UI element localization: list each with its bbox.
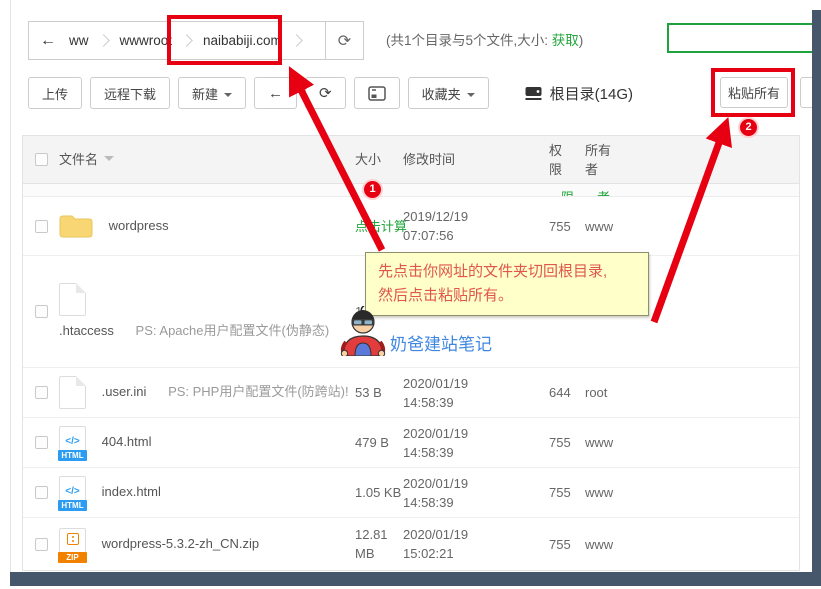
summary-text: (共1个目录与5个文件,大小: [386,33,552,48]
instruction-tooltip: 先点击你网址的文件夹切回根目录, 然后点击粘贴所有。 [365,252,649,316]
file-perm: 644 [549,383,585,402]
breadcrumb-item-naibabiji[interactable]: naibabiji.com [201,33,284,48]
file-manager-window: ← ww wwwroot naibabiji.com ⟳ (共1个目录与5个文件… [0,0,821,589]
file-note: PS: PHP用户配置文件(防跨站)! [168,384,349,399]
row-checkbox[interactable] [35,538,48,551]
file-name[interactable]: wordpress-5.3.2-zh_CN.zip [102,535,260,550]
row-checkbox[interactable] [35,436,48,449]
get-size-link[interactable]: 获取 [552,33,579,48]
header-mtime[interactable]: 修改时间 [403,150,549,169]
window-bottom-edge [10,572,821,586]
chevron-right-icon [290,34,303,47]
chevron-right-icon [97,34,110,47]
window-right-edge [812,10,821,586]
back-icon[interactable]: ← [29,32,67,50]
file-size: 479 B [355,433,403,452]
select-all-checkbox[interactable] [35,153,48,166]
file-name[interactable]: wordpress [109,217,169,232]
upload-button[interactable]: 上传 [28,77,82,109]
remote-download-button[interactable]: 远程下载 [90,77,170,109]
header-owner[interactable]: 所有 者 [585,141,645,179]
root-directory-label: 根目录(14G) [525,83,633,104]
clipped-row-strip: 限 者 [23,184,799,197]
terminal-icon [368,86,386,101]
file-mtime: 2020/01/19 15:02:21 [403,525,549,563]
step-1-badge: 1 [364,181,381,198]
zip-file-icon: ZIP [59,528,86,561]
chevron-right-icon [180,34,193,47]
window-left-border [10,0,11,573]
breadcrumb-item-ww[interactable]: ww [67,33,91,48]
clipped-green-text: 者 [597,187,610,197]
header-perm[interactable]: 权 限 [549,141,585,179]
file-note: PS: Apache用户配置文件(伪静态) [136,323,330,338]
refresh-icon[interactable]: ⟳ [325,22,363,59]
row-checkbox[interactable] [35,305,48,318]
header-size[interactable]: 大小 [355,150,403,169]
breadcrumb: ← ww wwwroot naibabiji.com ⟳ [28,21,364,60]
file-name[interactable]: 404.html [102,434,152,449]
row-checkbox[interactable] [35,486,48,499]
header-filename[interactable]: 文件名 [59,150,355,169]
new-menu-button[interactable]: 新建 [178,77,246,109]
row-checkbox[interactable] [35,220,48,233]
summary-suffix: ) [579,33,584,48]
file-mtime: 2020/01/19 14:58:39 [403,374,549,412]
terminal-button[interactable] [354,77,400,109]
table-row-zip[interactable]: ZIP wordpress-5.3.2-zh_CN.zip 12.81 MB 2… [23,518,799,570]
paste-all-button[interactable]: 粘贴所有 [720,77,788,108]
favorites-button[interactable]: 收藏夹 [408,77,489,109]
directory-summary: (共1个目录与5个文件,大小: 获取) [386,29,583,49]
file-name[interactable]: .user.ini [102,384,147,399]
table-header: 文件名 大小 修改时间 权 限 所有 者 [23,136,799,184]
refresh-button[interactable]: ⟳ [305,77,346,109]
size-calc-link[interactable]: 点击计算 [355,219,407,234]
table-row-index[interactable]: </>HTML index.html 1.05 KB 2020/01/19 14… [23,468,799,518]
file-name[interactable]: index.html [102,484,161,499]
toolbar: 上传 远程下载 新建 ← ⟳ 收藏夹 根目录(14G) [28,77,633,109]
clipped-green-text: 限 [561,187,574,197]
file-owner: www [585,535,645,554]
watermark-avatar-icon [340,306,386,361]
breadcrumb-item-wwwroot[interactable]: wwwroot [118,33,175,48]
file-perm: 755 [549,483,585,502]
file-mtime: 2020/01/19 14:58:39 [403,424,549,462]
table-row-404[interactable]: </>HTML 404.html 479 B 2020/01/19 14:58:… [23,418,799,468]
watermark-text[interactable]: 奶爸建站笔记 [390,330,492,355]
file-owner: www [585,483,645,502]
file-size: 1.05 KB [355,483,403,502]
file-perm: 755 [549,217,585,236]
file-mtime: 2020/01/19 14:58:39 [403,474,549,512]
sort-caret-icon [104,156,114,166]
chevron-down-icon [224,93,232,101]
file-icon [59,283,86,316]
row-checkbox[interactable] [35,386,48,399]
table-row-wordpress[interactable]: wordpress 点击计算 2019/12/19 07:07:56 755 w… [23,197,799,256]
file-size: 53 B [355,383,403,402]
table-row-userini[interactable]: .user.ini PS: PHP用户配置文件(防跨站)! 53 B 2020/… [23,368,799,418]
file-mtime: 2019/12/19 07:07:56 [403,207,549,245]
back-button[interactable]: ← [254,77,297,109]
html-file-icon: </>HTML [59,426,86,459]
folder-icon [59,213,93,240]
file-name[interactable]: .htaccess [59,323,114,338]
search-input[interactable] [667,23,817,53]
step-2-badge: 2 [740,119,757,136]
file-size: 12.81 MB [355,525,403,563]
file-icon [59,376,86,409]
file-owner: root [585,383,645,402]
file-owner: www [585,217,645,236]
html-file-icon: </>HTML [59,476,86,509]
file-perm: 755 [549,535,585,554]
disk-icon [525,86,542,101]
file-owner: www [585,433,645,452]
file-perm: 755 [549,433,585,452]
chevron-down-icon [467,93,475,101]
